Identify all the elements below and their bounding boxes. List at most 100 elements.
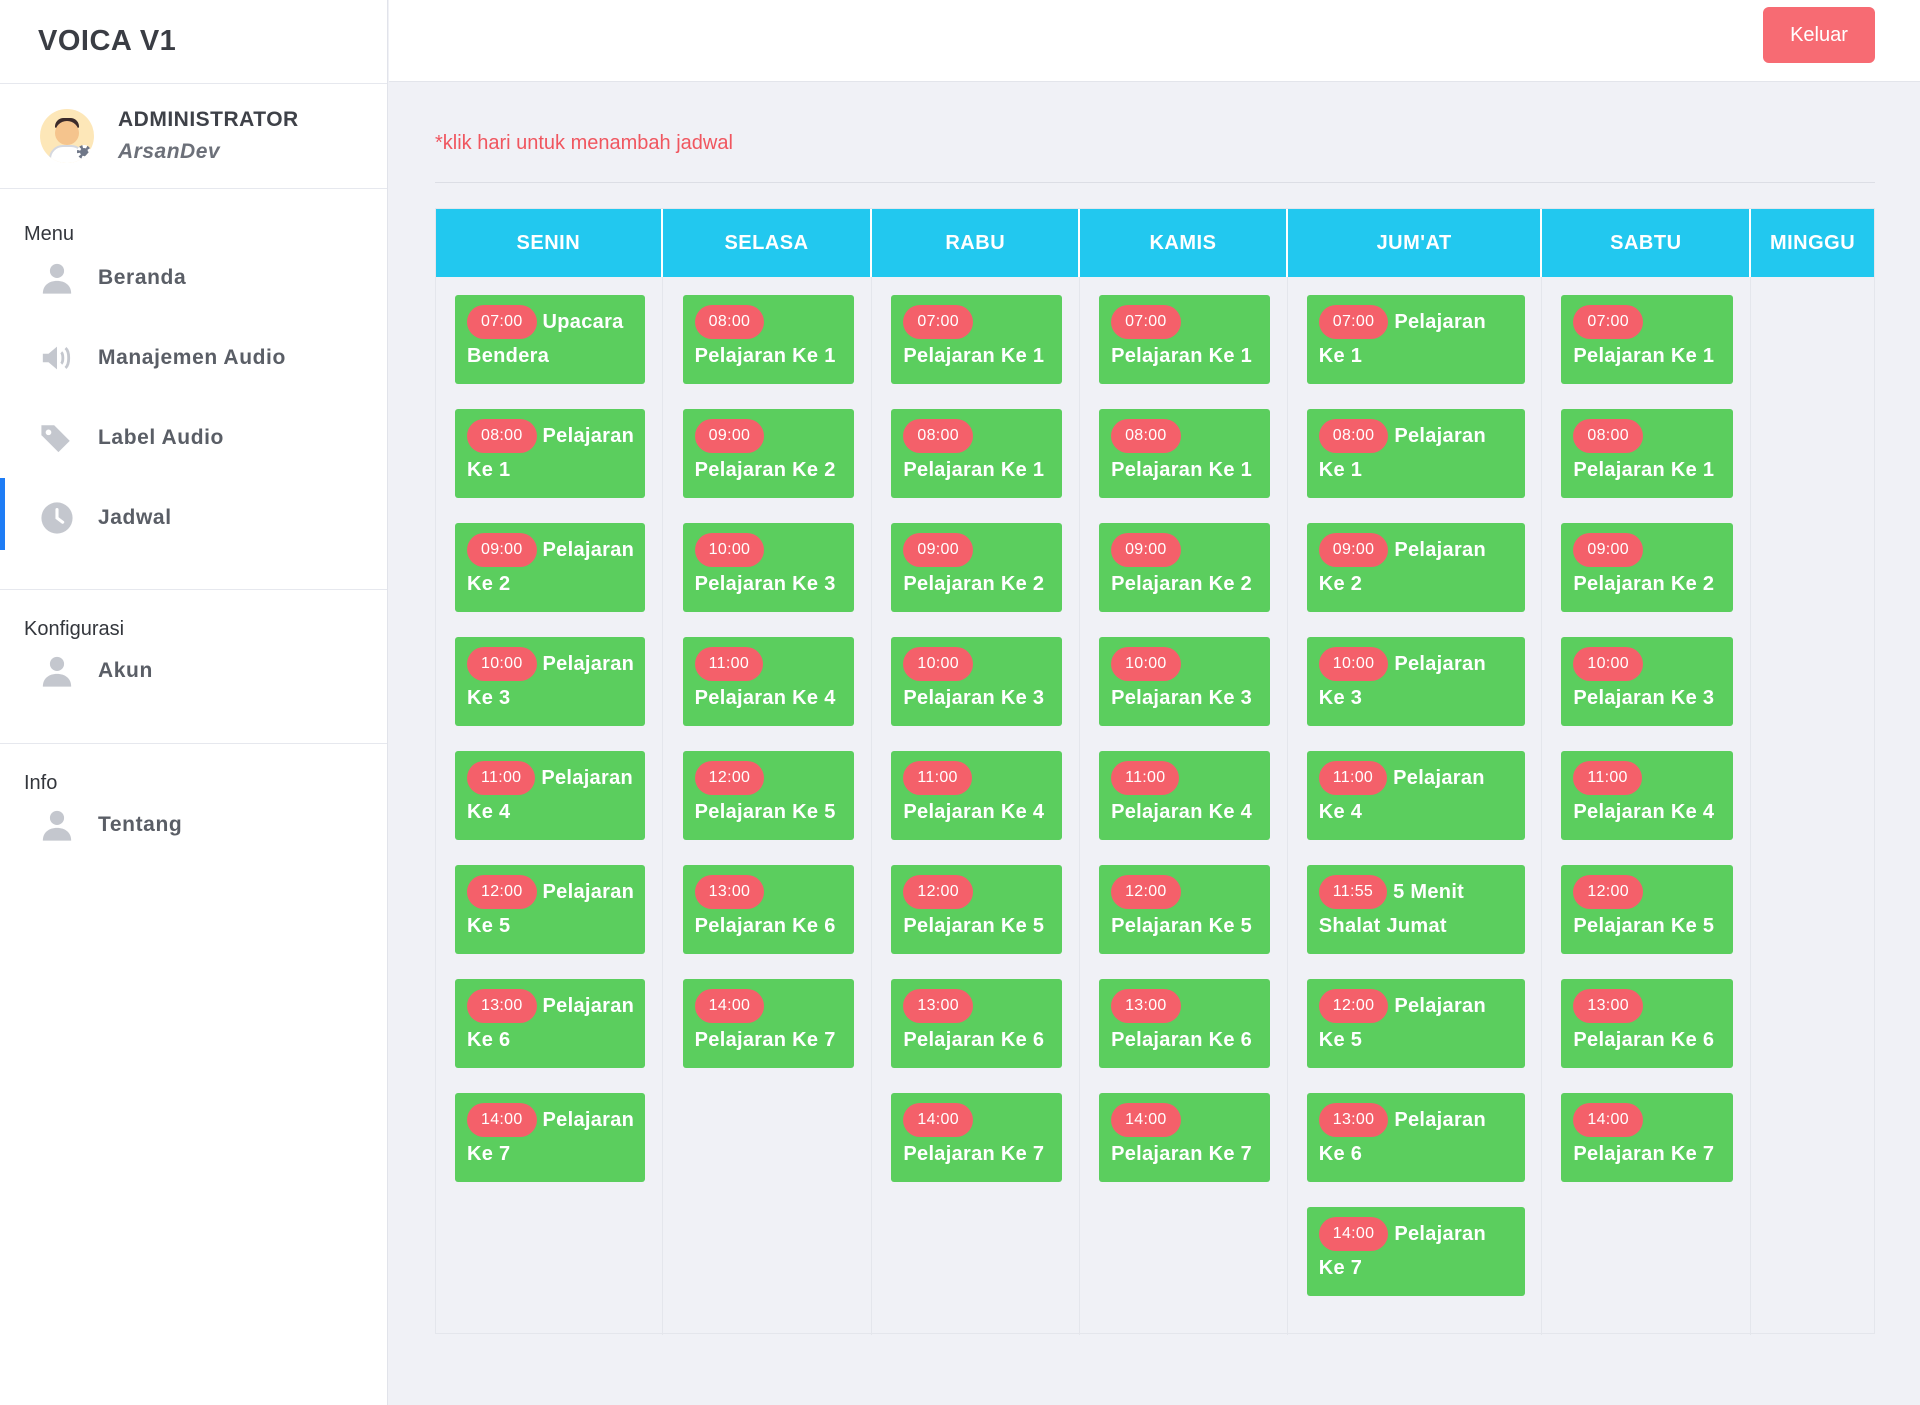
schedule-card[interactable]: 09:00Pelajaran Ke 2 <box>1561 523 1734 612</box>
user-role: ADMINISTRATOR <box>118 108 299 131</box>
schedule-card[interactable]: 08:00Pelajaran Ke 1 <box>682 295 854 384</box>
sidebar-item-label: Manajemen Audio <box>98 346 286 369</box>
schedule-name: Pelajaran Ke 7 <box>1573 1143 1715 1165</box>
schedule-card[interactable]: 13:00Pelajaran Ke 6 <box>1099 979 1271 1068</box>
schedule-card[interactable]: 09:00Pelajaran Ke 2 <box>891 523 1063 612</box>
schedule-card[interactable]: 14:00 Pelajaran Ke 7 <box>1561 1093 1734 1182</box>
schedule-card[interactable]: 09:00Pelajaran Ke 2 <box>1306 523 1525 612</box>
sidebar-item-jadwal[interactable]: Jadwal <box>0 478 387 558</box>
schedule-card[interactable]: 10:00Pelajaran Ke 3 <box>891 637 1063 726</box>
time-badge: 08:00 <box>1573 419 1643 453</box>
schedule-card[interactable]: 14:00Pelajaran Ke 7 <box>1306 1207 1525 1296</box>
schedule-card[interactable]: 08:00 Pelajaran Ke 1 <box>891 409 1063 498</box>
schedule-card[interactable]: 12:00 Pelajaran Ke 5 <box>1099 865 1271 954</box>
schedule-card[interactable]: 08:00Pelajaran Ke 1 <box>1099 409 1271 498</box>
sidebar-item-label: Tentang <box>98 813 183 836</box>
schedule-card[interactable]: 09:00Pelajaran Ke 2 <box>682 409 854 498</box>
schedule-card[interactable]: 11:00Pelajaran Ke 4 <box>682 637 854 726</box>
day-header-kamis[interactable]: KAMIS <box>1080 209 1288 277</box>
schedule-card[interactable]: 07:00Pelajaran Ke 1 <box>891 295 1063 384</box>
time-badge: 08:00 <box>903 419 973 453</box>
sidebar-item-manajemen-audio[interactable]: Manajemen Audio <box>0 318 387 398</box>
schedule-name: Pelajaran Ke 5 <box>903 915 1045 937</box>
schedule-name: Pelajaran Ke 1 <box>903 459 1045 481</box>
schedule-card[interactable]: 13:00Pelajaran Ke 6 <box>455 979 645 1068</box>
schedule-card[interactable]: 10:00Pelajaran Ke 3 <box>1099 637 1271 726</box>
day-header-selasa[interactable]: SELASA <box>662 209 873 277</box>
schedule-card[interactable]: 07:00 Upacara Bendera <box>455 295 645 384</box>
logout-button[interactable]: Keluar <box>1763 7 1875 63</box>
schedule-card[interactable]: 14:00Pelajaran Ke 7 <box>455 1093 645 1182</box>
time-badge: 12:00 <box>903 875 973 909</box>
sidebar-item-beranda[interactable]: Beranda <box>0 238 387 318</box>
time-badge: 12:00 <box>467 875 537 909</box>
time-badge: 14:00 <box>1573 1103 1643 1137</box>
konfigurasi-section: Konfigurasi Akun <box>0 590 387 744</box>
time-badge: 13:00 <box>1111 989 1181 1023</box>
sidebar-item-akun[interactable]: Akun <box>0 631 387 711</box>
schedule-card[interactable]: 07:00Pelajaran Ke 1 <box>1099 295 1271 384</box>
schedule-card[interactable]: 08:00Pelajaran Ke 1 <box>1561 409 1734 498</box>
day-column: 07:00 Upacara Bendera 08:00 Pelajaran Ke 1 0… <box>436 277 663 1335</box>
schedule-card[interactable]: 07:00Pelajaran Ke 1 <box>1561 295 1734 384</box>
schedule-card[interactable]: 12:00 Pelajaran Ke 5 <box>891 865 1063 954</box>
schedule-card[interactable]: 13:00Pelajaran Ke 6 <box>682 865 854 954</box>
schedule-card[interactable]: 11:00Pelajaran Ke 4 <box>1561 751 1734 840</box>
clock-icon <box>40 501 74 535</box>
schedule-card[interactable]: 10:00Pelajaran Ke 3 <box>682 523 854 612</box>
schedule-name: Pelajaran Ke 5 <box>1111 915 1253 937</box>
user-icon <box>40 808 74 842</box>
schedule-card[interactable]: 12:00Pelajaran Ke 5 <box>1306 979 1525 1068</box>
time-badge: 11:00 <box>1111 761 1180 795</box>
schedule-card[interactable]: 14:00Pelajaran Ke 7 <box>1099 1093 1271 1182</box>
user-profile: ADMINISTRATOR ArsanDev <box>0 84 387 189</box>
time-badge: 07:00 <box>1318 305 1389 339</box>
sidebar-item-tentang[interactable]: Tentang <box>0 785 387 865</box>
schedule-card[interactable]: 11:00Pelajaran Ke 4 <box>1099 751 1271 840</box>
schedule-card[interactable]: 13:00Pelajaran Ke 6 <box>1306 1093 1525 1182</box>
schedule-name: Pelajaran Ke 1 <box>1111 459 1253 481</box>
schedule-card[interactable]: 09:00Pelajaran Ke 2 <box>455 523 645 612</box>
schedule-card[interactable]: 12:00Pelajaran Ke 5 <box>455 865 645 954</box>
schedule-card[interactable]: 11:00Pelajaran Ke 4 <box>891 751 1063 840</box>
schedule-name: Pelajaran Ke 3 <box>694 573 836 595</box>
time-badge: 09:00 <box>903 533 973 567</box>
schedule-hint: *klik hari untuk menambah jadwal <box>435 132 733 154</box>
day-header-senin[interactable]: SENIN <box>436 209 663 277</box>
schedule-name: Pelajaran Ke 4 <box>694 687 836 709</box>
schedule-card[interactable]: 10:00Pelajaran Ke 3 <box>1561 637 1734 726</box>
schedule-card[interactable]: 13:00Pelajaran Ke 6 <box>891 979 1063 1068</box>
schedule-card[interactable]: 10:00Pelajaran Ke 3 <box>1306 637 1525 726</box>
time-badge: 10:00 <box>903 647 973 681</box>
day-header-minggu[interactable]: MINGGU <box>1751 209 1874 277</box>
day-header-rabu[interactable]: RABU <box>872 209 1081 277</box>
schedule-card[interactable]: 14:00Pelajaran Ke 7 <box>682 979 854 1068</box>
day-header-jumat[interactable]: JUM'AT <box>1287 209 1543 277</box>
time-badge: 07:00 <box>1111 305 1181 339</box>
day-column: 07:00 Pelajaran Ke 1 08:00 Pelajaran Ke 1 09… <box>872 277 1081 1335</box>
schedule-card[interactable]: 13:00Pelajaran Ke 6 <box>1561 979 1734 1068</box>
time-badge: 12:00 <box>1111 875 1181 909</box>
sidebar-item-label-audio[interactable]: Label Audio <box>0 398 387 478</box>
schedule-card[interactable]: 12:00Pelajaran Ke 5 <box>682 751 854 840</box>
schedule-card[interactable]: 08:00Pelajaran Ke 1 <box>455 409 645 498</box>
schedule-card[interactable]: 14:00Pelajaran Ke 7 <box>891 1093 1063 1182</box>
tags-icon <box>40 421 74 455</box>
user-icon <box>40 261 74 295</box>
schedule-name: Pelajaran Ke 6 <box>694 915 836 937</box>
schedule-card[interactable]: 08:00Pelajaran Ke 1 <box>1306 409 1525 498</box>
day-column: 07:00 Pelajaran Ke 1 08:00 Pelajaran Ke 1 09… <box>1542 277 1752 1335</box>
schedule-card[interactable]: 10:00Pelajaran Ke 3 <box>455 637 645 726</box>
time-badge: 11:00 <box>467 761 536 795</box>
schedule-card[interactable]: 11:00Pelajaran Ke 4 <box>1306 751 1525 840</box>
schedule-name: Pelajaran Ke 2 <box>1573 573 1715 595</box>
schedule-card[interactable]: 11:55 5 Menit Shalat Jumat <box>1306 865 1525 954</box>
time-badge: 13:00 <box>903 989 973 1023</box>
schedule-name: Pelajaran Ke 5 <box>694 801 836 823</box>
schedule-card[interactable]: 07:00Pelajaran Ke 1 <box>1306 295 1525 384</box>
schedule-card[interactable]: 12:00Pelajaran Ke 5 <box>1561 865 1734 954</box>
time-badge: 08:00 <box>694 305 765 339</box>
schedule-card[interactable]: 09:00Pelajaran Ke 2 <box>1099 523 1271 612</box>
day-header-sabtu[interactable]: SABTU <box>1542 209 1752 277</box>
schedule-card[interactable]: 11:00Pelajaran Ke 4 <box>455 751 645 840</box>
